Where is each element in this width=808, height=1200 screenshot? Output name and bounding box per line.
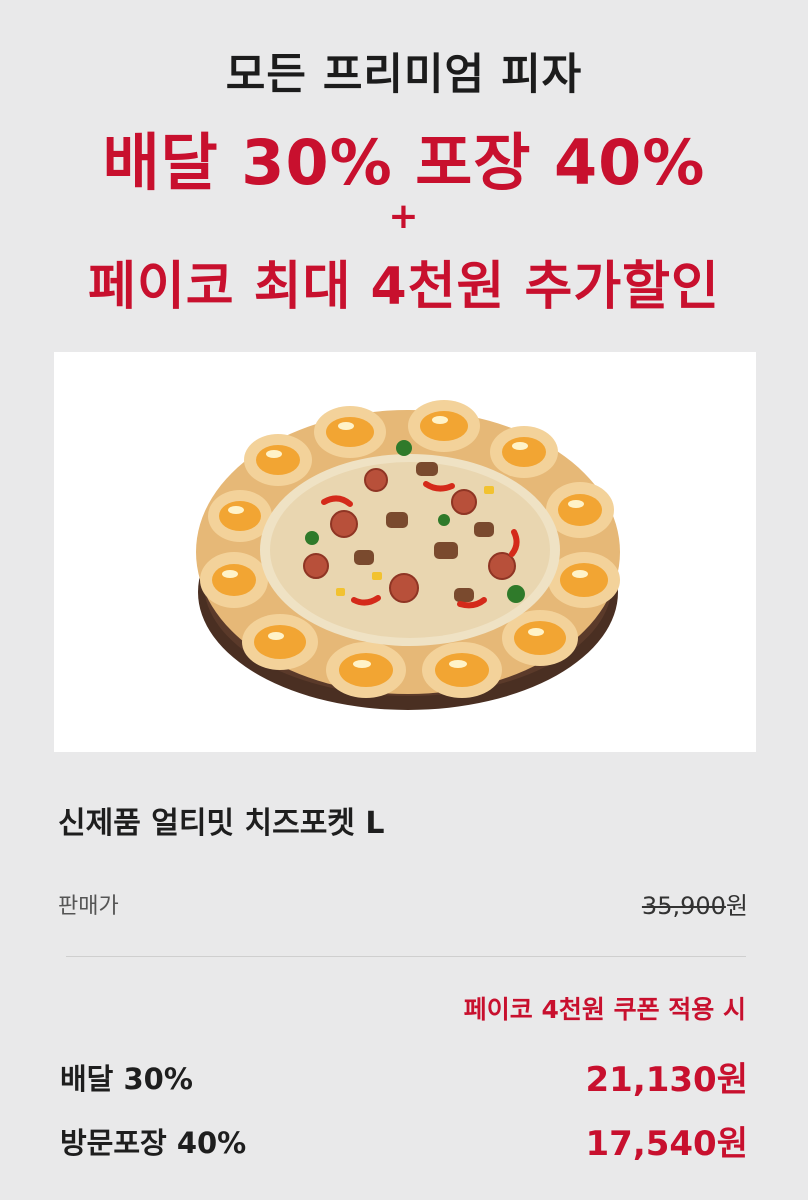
coupon-note: 페이코 4천원 쿠폰 적용 시 xyxy=(463,995,746,1024)
delivery-discount-price: 21,130원 xyxy=(585,1060,748,1100)
pizza-image xyxy=(196,400,620,710)
product-name: 신제품 얼티밋 치즈포켓 L xyxy=(58,806,385,841)
delivery-discount-label: 배달 30% xyxy=(60,1062,193,1096)
promo-title: 모든 프리미엄 피자 xyxy=(225,50,583,100)
product-image[interactable] xyxy=(54,352,756,752)
sale-price-label: 판매가 xyxy=(58,894,119,919)
divider xyxy=(66,956,746,957)
takeout-discount-row: 방문포장 40% 17,540원 xyxy=(58,1116,748,1164)
original-price-amount: 35,900 xyxy=(641,892,726,920)
delivery-discount-row: 배달 30% 21,130원 xyxy=(58,1052,748,1100)
original-price: 35,900원 xyxy=(642,886,748,921)
promo-extra-line: 페이코 최대 4천원 추가할인 xyxy=(88,257,720,317)
takeout-discount-price: 17,540원 xyxy=(585,1124,748,1164)
promo-plus: + xyxy=(388,196,420,237)
takeout-discount-label: 방문포장 40% xyxy=(60,1126,247,1160)
price-unit: 원 xyxy=(725,892,748,920)
sale-price-row: 판매가 35,900원 xyxy=(58,882,748,922)
promo-discount-line: 배달 30% 포장 40% xyxy=(102,126,706,199)
